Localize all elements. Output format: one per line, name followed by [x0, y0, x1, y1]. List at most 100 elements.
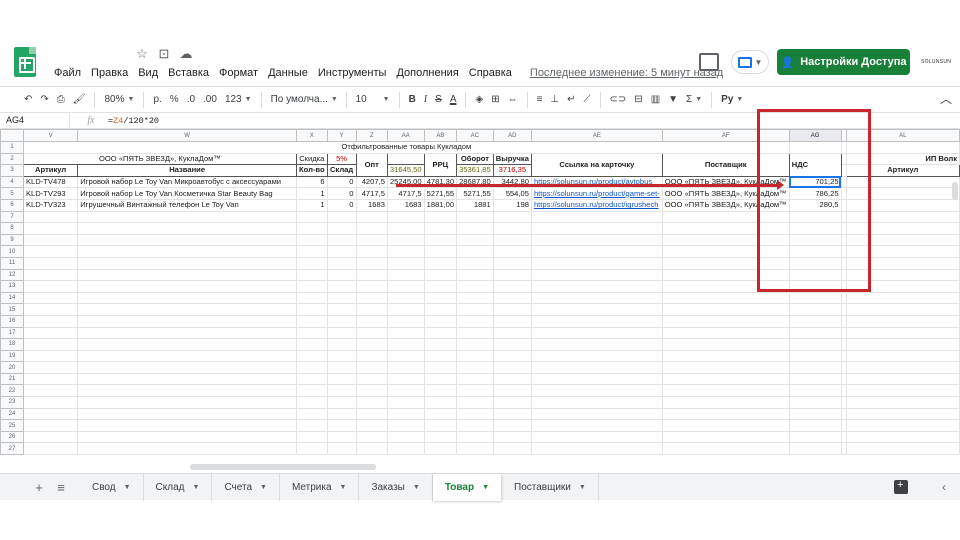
cell[interactable] — [530, 361, 663, 374]
vertical-align-icon[interactable]: ⊥ — [546, 90, 563, 110]
cell[interactable] — [661, 349, 790, 363]
cell[interactable] — [326, 419, 357, 432]
zoom-select[interactable]: 80% ▼ — [100, 90, 138, 110]
text-color-button[interactable]: A — [446, 90, 461, 110]
cell[interactable] — [386, 430, 425, 444]
font-select[interactable]: По умолча... ▼ — [267, 90, 341, 110]
cell[interactable] — [492, 303, 532, 316]
cell[interactable] — [456, 361, 494, 374]
cell[interactable] — [386, 280, 425, 293]
cell[interactable] — [423, 233, 458, 247]
row-header[interactable]: 6 — [0, 198, 24, 212]
cell[interactable] — [845, 396, 960, 409]
paint-format-icon[interactable]: 🖌 — [69, 90, 90, 110]
qty-cell[interactable]: 1 — [295, 187, 328, 200]
tab-svod[interactable]: Свод ▼ — [80, 473, 144, 501]
cell[interactable] — [22, 326, 79, 340]
cell[interactable] — [845, 442, 960, 456]
cell[interactable] — [326, 361, 357, 374]
cell[interactable] — [456, 233, 494, 247]
cell[interactable] — [326, 233, 357, 247]
menu-view[interactable]: Вид — [133, 65, 163, 81]
turnover-header-cell[interactable]: Оборот — [456, 152, 494, 166]
cell[interactable] — [355, 396, 388, 409]
cell[interactable] — [295, 291, 328, 305]
tab-zakazy[interactable]: Заказы ▼ — [359, 473, 433, 501]
row-header[interactable]: 9 — [0, 233, 24, 247]
cell[interactable] — [295, 361, 328, 374]
cell[interactable] — [530, 384, 663, 398]
cell[interactable] — [845, 361, 960, 374]
cell[interactable] — [423, 210, 458, 224]
cell[interactable] — [22, 407, 79, 421]
product-link[interactable]: https://solunsun.ru/product/igrushech — [530, 198, 663, 212]
cell[interactable] — [77, 338, 297, 351]
cell[interactable] — [295, 326, 328, 340]
tab-sklad[interactable]: Склад ▼ — [144, 473, 213, 501]
cell[interactable] — [386, 396, 425, 409]
cell[interactable] — [77, 384, 297, 398]
tab-metrika[interactable]: Метрика ▼ — [280, 473, 360, 501]
article-cell[interactable]: KLD-TV323 — [22, 198, 79, 212]
redo-icon[interactable]: ↷ — [36, 90, 52, 110]
horizontal-align-icon[interactable]: ≡ — [533, 90, 547, 110]
cell[interactable] — [423, 361, 458, 374]
cell[interactable] — [492, 233, 532, 247]
cell[interactable] — [456, 407, 494, 421]
cell[interactable] — [355, 372, 388, 386]
cell[interactable] — [530, 396, 663, 409]
more-formats-button[interactable]: 123 ▼ — [221, 90, 256, 110]
cell[interactable] — [530, 314, 663, 328]
row-header[interactable]: 13 — [0, 280, 24, 293]
article-cell[interactable]: KLD-TV478 — [22, 175, 79, 189]
cell[interactable] — [386, 268, 425, 282]
cell[interactable] — [77, 314, 297, 328]
cell[interactable] — [22, 396, 79, 409]
column-header[interactable]: Z — [355, 129, 388, 142]
cell[interactable] — [845, 384, 960, 398]
turnover-cell[interactable]: 5271,55 — [456, 187, 494, 200]
cell[interactable] — [661, 419, 790, 432]
cell[interactable] — [492, 210, 532, 224]
font-size-select[interactable]: 10 ▼ — [352, 90, 394, 110]
cost-cell[interactable]: 4717,5 — [386, 187, 425, 200]
row-header[interactable]: 12 — [0, 268, 24, 282]
cell[interactable] — [295, 268, 328, 282]
menu-tools[interactable]: Инструменты — [313, 65, 392, 81]
cell[interactable] — [326, 245, 357, 258]
cell[interactable] — [530, 280, 663, 293]
cell[interactable] — [492, 407, 532, 421]
input-tools-button[interactable]: Py ▼ — [717, 90, 747, 110]
cell[interactable] — [22, 384, 79, 398]
cell[interactable] — [386, 210, 425, 224]
borders-icon[interactable]: ⊞ — [487, 90, 503, 110]
cell[interactable] — [22, 419, 79, 432]
cell[interactable] — [423, 245, 458, 258]
cell[interactable] — [22, 210, 79, 224]
cell[interactable] — [386, 384, 425, 398]
cell[interactable] — [456, 349, 494, 363]
cell[interactable] — [355, 210, 388, 224]
row-header[interactable]: 2 — [0, 152, 24, 166]
cell[interactable] — [492, 442, 532, 456]
cell[interactable] — [295, 280, 328, 293]
cell[interactable] — [77, 233, 297, 247]
cell[interactable] — [326, 222, 357, 235]
account-avatar[interactable]: SOLUNSUN — [921, 59, 951, 65]
cell[interactable] — [355, 303, 388, 316]
cell[interactable] — [77, 256, 297, 270]
cell[interactable] — [845, 314, 960, 328]
rrc-cell[interactable]: 1881,00 — [423, 198, 458, 212]
cell[interactable] — [530, 407, 663, 421]
cell[interactable] — [326, 326, 357, 340]
column-header[interactable]: AA — [386, 129, 425, 142]
cell[interactable] — [492, 384, 532, 398]
cell[interactable] — [355, 268, 388, 282]
article-header-cell[interactable]: Артикул — [22, 164, 79, 177]
cell[interactable] — [456, 384, 494, 398]
cell[interactable] — [530, 430, 663, 444]
cell[interactable] — [77, 280, 297, 293]
cell[interactable] — [386, 233, 425, 247]
cell[interactable] — [355, 419, 388, 432]
cell[interactable] — [530, 326, 663, 340]
